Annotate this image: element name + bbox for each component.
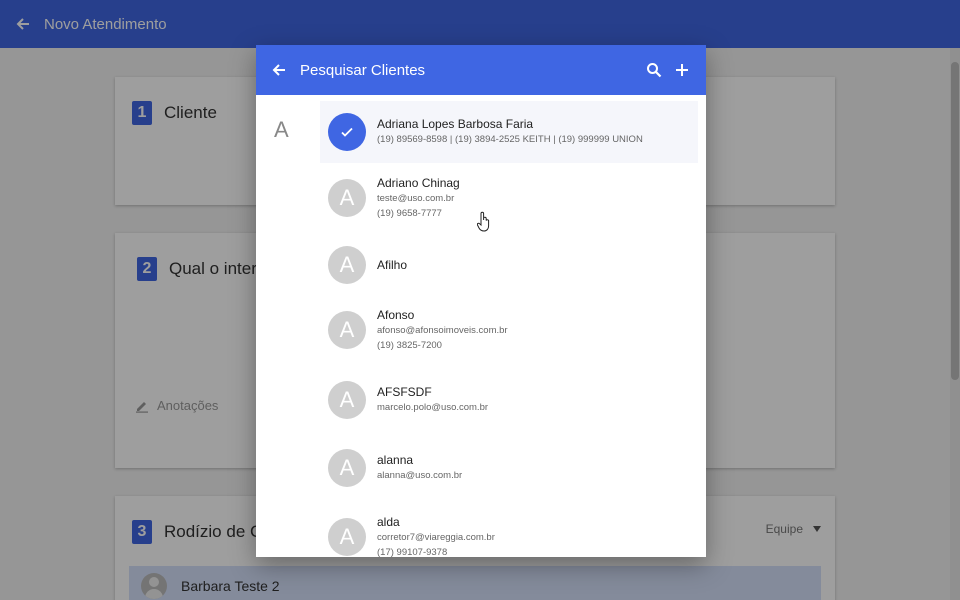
client-item[interactable]: Adriana Lopes Barbosa Faria (19) 89569-8… bbox=[320, 101, 698, 163]
client-email: afonso@afonsoimoveis.com.br bbox=[377, 324, 508, 336]
client-name: Afilho bbox=[377, 257, 408, 272]
check-icon bbox=[328, 113, 366, 151]
client-name: Adriano Chinag bbox=[377, 175, 460, 190]
arrow-left-icon[interactable] bbox=[268, 59, 290, 81]
client-item[interactable]: A AFSFSDF marcelo.polo@uso.com.br bbox=[320, 369, 698, 431]
client-avatar: A bbox=[328, 179, 366, 217]
client-list: Adriana Lopes Barbosa Faria (19) 89569-8… bbox=[320, 95, 698, 557]
client-avatar: A bbox=[328, 518, 366, 556]
dialog-title: Pesquisar Clientes bbox=[300, 61, 426, 79]
search-clients-dialog: Pesquisar Clientes A Adriana Lopes Barbo… bbox=[256, 45, 706, 557]
plus-icon[interactable] bbox=[670, 58, 694, 82]
search-icon[interactable] bbox=[642, 58, 666, 82]
section-letter: A bbox=[274, 117, 289, 142]
client-email: teste@uso.com.br bbox=[377, 192, 455, 204]
client-phone: (17) 99107-9378 bbox=[377, 546, 448, 558]
dialog-toolbar: Pesquisar Clientes bbox=[256, 45, 706, 95]
client-phone: (19) 3825-7200 bbox=[377, 339, 442, 351]
client-item[interactable]: A Afonso afonso@afonsoimoveis.com.br (19… bbox=[320, 299, 698, 361]
client-avatar: A bbox=[328, 449, 366, 487]
client-avatar: A bbox=[328, 381, 366, 419]
client-item[interactable]: A Adriano Chinag teste@uso.com.br (19) 9… bbox=[320, 167, 698, 229]
hand-cursor-icon bbox=[477, 211, 490, 232]
client-phones: (19) 89569-8598 | (19) 3894-2525 KEITH |… bbox=[377, 134, 643, 145]
client-name: alda bbox=[377, 514, 400, 529]
client-email: corretor7@viareggia.com.br bbox=[377, 531, 495, 543]
client-item[interactable]: A alanna alanna@uso.com.br bbox=[320, 437, 698, 499]
client-item[interactable]: A Afilho bbox=[320, 234, 698, 296]
client-name: alanna bbox=[377, 453, 414, 467]
client-name: Afonso bbox=[377, 307, 415, 322]
client-email: alanna@uso.com.br bbox=[377, 470, 463, 481]
client-item[interactable]: A alda corretor7@viareggia.com.br (17) 9… bbox=[320, 506, 698, 557]
client-avatar: A bbox=[328, 246, 366, 284]
client-name: AFSFSDF bbox=[377, 385, 432, 399]
client-phone: (19) 9658-7777 bbox=[377, 207, 442, 219]
client-email: marcelo.polo@uso.com.br bbox=[377, 402, 489, 413]
client-avatar: A bbox=[328, 311, 366, 349]
client-name: Adriana Lopes Barbosa Faria bbox=[377, 117, 534, 131]
